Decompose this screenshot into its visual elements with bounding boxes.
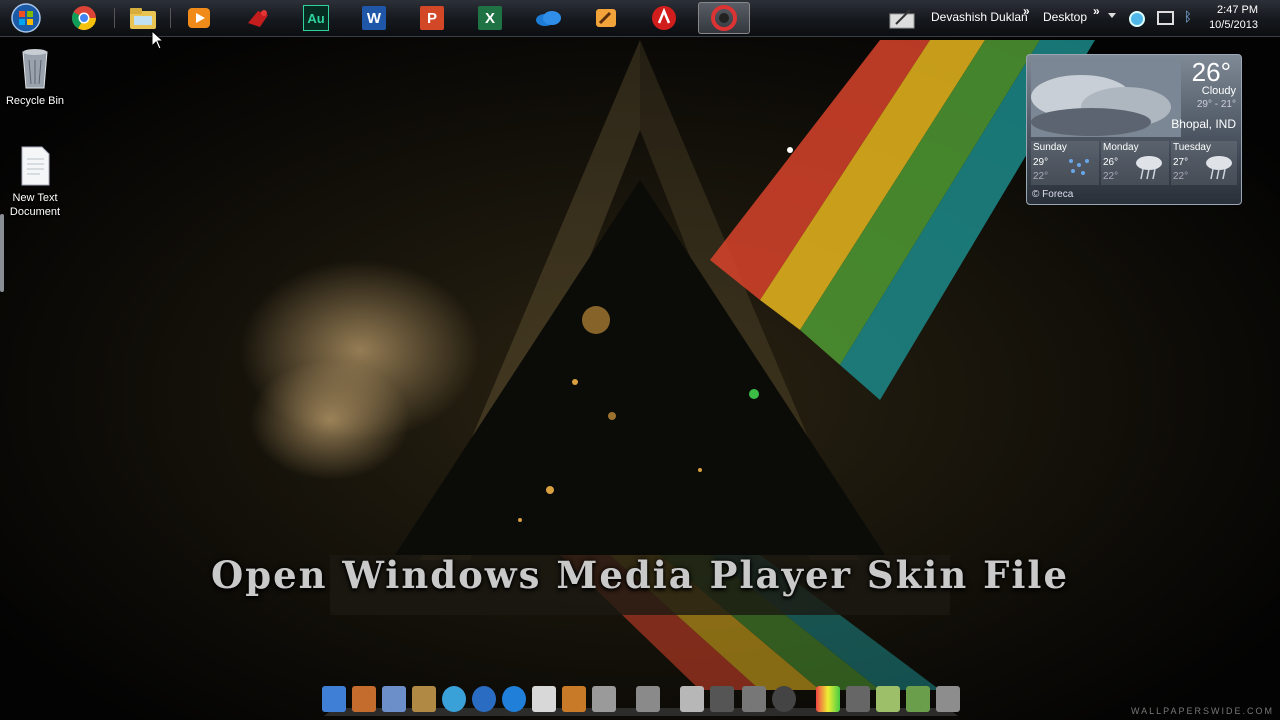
tray-chevron[interactable]: »: [1093, 4, 1100, 18]
toolbar-chevron[interactable]: »: [1023, 4, 1030, 18]
taskbar-app[interactable]: [236, 2, 280, 34]
excel-icon: X: [478, 6, 502, 30]
thunderstorm-icon: [1206, 156, 1232, 180]
sidebar-handle[interactable]: [0, 214, 4, 292]
cloudy-sky-image: [1031, 57, 1181, 137]
dock-archive[interactable]: [906, 686, 930, 712]
dock-controller[interactable]: [876, 686, 900, 712]
toolbar-user[interactable]: Devashish Duklan: [931, 10, 1028, 24]
dock-mail[interactable]: [532, 686, 556, 712]
forecast-day-name: Monday: [1103, 142, 1139, 153]
excel-icon-label: X: [484, 9, 495, 27]
new-text-document-label: New Text Document: [9, 192, 61, 218]
forecast-high: 27°: [1173, 157, 1189, 168]
windows-explorer-icon: [130, 8, 156, 29]
taskbar-chrome[interactable]: [62, 2, 106, 34]
clock-time: 2:47 PM: [1217, 4, 1258, 16]
taskbar: Au W P X Devashish Duklan » Desktop » ᛒ …: [0, 0, 1280, 37]
audition-icon-label: Au: [307, 10, 325, 26]
dock-trash[interactable]: [936, 686, 960, 712]
forecast-day: Tuesday 27° 22°: [1171, 141, 1237, 185]
dock-home[interactable]: [352, 686, 376, 712]
dock-tools[interactable]: [562, 686, 586, 712]
weather-credit[interactable]: © Foreca: [1032, 189, 1073, 200]
forecast-day-name: Sunday: [1033, 142, 1067, 153]
app-icon: [248, 10, 268, 27]
taskbar-separator: [170, 8, 171, 28]
forecast-high: 26°: [1103, 157, 1119, 168]
desktop-icon-new-text-document[interactable]: New Text Document: [0, 145, 70, 219]
taskbar-media-player[interactable]: [177, 2, 221, 34]
weather-range: 29° - 21°: [1196, 99, 1236, 110]
dock-messenger[interactable]: [442, 686, 466, 712]
recycle-bin-label: Recycle Bin: [5, 95, 65, 107]
dock-colors[interactable]: [816, 686, 840, 712]
taskbar-media-app[interactable]: [698, 2, 750, 34]
mouse-cursor-icon: [151, 30, 165, 50]
tray-app-icon[interactable]: [1129, 11, 1145, 27]
powerpoint-icon: P: [420, 6, 444, 30]
chrome-icon: [71, 6, 96, 31]
dock-downloads[interactable]: [846, 686, 870, 712]
powerpoint-icon-label: P: [426, 9, 437, 27]
taskbar-word[interactable]: W: [352, 2, 396, 34]
weather-temp: 26°: [1191, 57, 1231, 87]
weather-condition: Cloudy: [1201, 85, 1236, 97]
taskbar-app-2[interactable]: [584, 2, 628, 34]
start-orb-icon: [11, 3, 41, 33]
dock-calculator[interactable]: [592, 686, 616, 712]
media-app-icon: [711, 5, 737, 31]
dock-settings[interactable]: [636, 686, 660, 712]
wallpaper-watermark: WALLPAPERSWIDE.COM: [1130, 706, 1274, 716]
tray-expand-icon[interactable]: [1108, 13, 1116, 18]
taskbar-powerpoint[interactable]: P: [410, 2, 454, 34]
recycle-bin-icon: [22, 49, 48, 89]
dock-preferences[interactable]: [742, 686, 766, 712]
taskbar-onedrive[interactable]: [526, 2, 570, 34]
pen-tablet-icon: [889, 9, 915, 29]
clock-date: 10/5/2013: [1209, 19, 1258, 31]
word-icon: W: [362, 6, 386, 30]
taskbar-audition[interactable]: Au: [294, 2, 338, 34]
forecast-low: 22°: [1173, 171, 1189, 182]
taskbar-adobe[interactable]: [642, 2, 686, 34]
network-icon[interactable]: [1157, 11, 1174, 25]
clock[interactable]: 2:47 PM 10/5/2013: [1209, 3, 1258, 33]
media-player-icon: [188, 8, 210, 28]
dock-ie[interactable]: [502, 686, 526, 712]
bluetooth-icon[interactable]: ᛒ: [1184, 9, 1192, 24]
start-button[interactable]: [4, 2, 48, 34]
taskbar-pen-tool[interactable]: [884, 2, 920, 34]
forecast-high: 29°: [1033, 157, 1049, 168]
forecast-low: 22°: [1033, 171, 1049, 182]
forecast-low: 22°: [1103, 171, 1119, 182]
dock-image[interactable]: [382, 686, 406, 712]
dock-finder[interactable]: [322, 686, 346, 712]
audition-icon: Au: [303, 5, 329, 31]
dock-media[interactable]: [472, 686, 496, 712]
thunderstorm-icon: [1136, 156, 1162, 180]
dock-power[interactable]: [772, 686, 796, 712]
forecast-day: Monday 26° 22°: [1101, 141, 1169, 185]
word-icon-label: W: [366, 9, 382, 27]
dock-editor[interactable]: [680, 686, 704, 712]
snow-icon: [1069, 159, 1089, 175]
adobe-icon: [652, 6, 676, 30]
desktop-icon-recycle-bin[interactable]: Recycle Bin: [0, 44, 70, 108]
dock: [318, 682, 964, 718]
taskbar-excel[interactable]: X: [468, 2, 512, 34]
weather-gadget[interactable]: 26° Cloudy 29° - 21° Bhopal, IND Sunday …: [1026, 54, 1242, 205]
dock-folder[interactable]: [412, 686, 436, 712]
taskbar-separator: [114, 8, 115, 28]
forecast-day: Sunday 29° 22°: [1031, 141, 1099, 185]
text-document-icon: [21, 146, 50, 186]
dock-network[interactable]: [710, 686, 734, 712]
video-caption: Open Windows Media Player Skin File: [210, 553, 1070, 597]
toolbar-desktop[interactable]: Desktop: [1043, 10, 1087, 24]
onedrive-icon: [536, 11, 561, 26]
app-icon-2: [596, 9, 616, 27]
weather-location: Bhopal, IND: [1171, 117, 1236, 131]
forecast-day-name: Tuesday: [1173, 142, 1211, 153]
